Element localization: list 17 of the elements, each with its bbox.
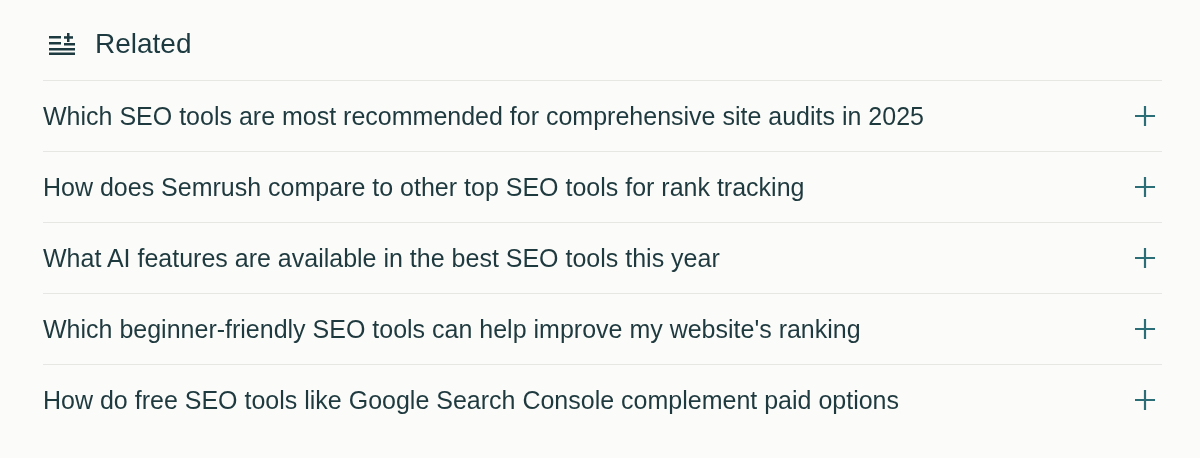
- related-question[interactable]: Which beginner-friendly SEO tools can help improve my website's ranking: [43, 294, 1162, 365]
- plus-icon[interactable]: [1134, 176, 1156, 198]
- plus-icon[interactable]: [1134, 318, 1156, 340]
- question-text: How does Semrush compare to other top SEO tools for rank tracking: [43, 172, 805, 202]
- question-text: What AI features are available in the best SEO tools this year: [43, 243, 720, 273]
- related-question[interactable]: How does Semrush compare to other top SEO tools for rank tracking: [43, 152, 1162, 223]
- plus-icon[interactable]: [1134, 247, 1156, 269]
- related-question[interactable]: Which SEO tools are most recommended for comprehensive site audits in 2025: [43, 81, 1162, 152]
- question-text: How do free SEO tools like Google Search Console complement paid options: [43, 385, 900, 415]
- plus-icon[interactable]: [1134, 389, 1156, 411]
- plus-icon[interactable]: [1134, 105, 1156, 127]
- question-text: Which SEO tools are most recommended for comprehensive site audits in 2025: [43, 101, 924, 131]
- list-add-icon: [49, 33, 77, 55]
- question-text: Which beginner-friendly SEO tools can help improve my website's ranking: [43, 314, 861, 344]
- related-question[interactable]: What AI features are available in the best SEO tools this year: [43, 223, 1162, 294]
- related-question[interactable]: How do free SEO tools like Google Search Console complement paid options: [43, 365, 1162, 435]
- section-title: Related: [95, 28, 192, 60]
